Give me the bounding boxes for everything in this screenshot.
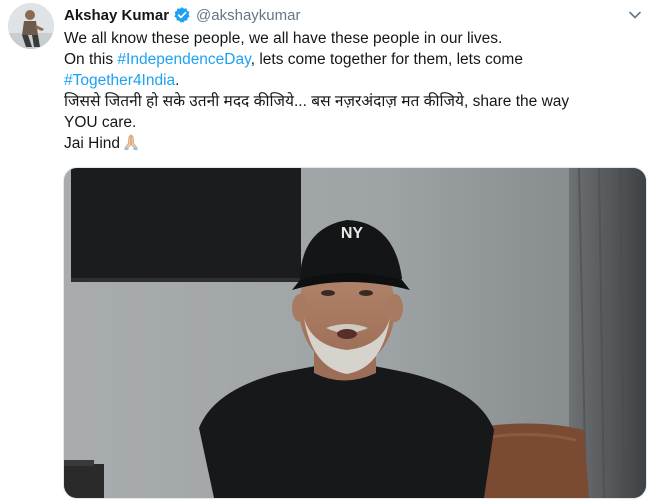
tweet-line-text: . — [175, 72, 180, 89]
tweet-line: On this #IndependenceDay, lets come toge… — [64, 49, 654, 70]
hashtag-together4india[interactable]: #Together4India — [64, 72, 175, 89]
tweet-media-video[interactable]: NY — [63, 167, 647, 499]
hashtag-independence-day[interactable]: #IndependenceDay — [117, 51, 250, 68]
avatar[interactable] — [8, 3, 54, 49]
author-name[interactable]: Akshay Kumar — [64, 7, 169, 24]
video-thumbnail-image: NY — [64, 168, 646, 498]
tweet-line: YOU care. — [64, 112, 654, 133]
author-handle[interactable]: @akshaykumar — [196, 7, 300, 24]
tweet-line: #Together4India. — [64, 70, 654, 91]
chevron-down-icon[interactable] — [626, 6, 644, 24]
tweet-line: जिससे जितनी हो सके उतनी मदद कीजिये... बस… — [64, 91, 654, 112]
tweet-line-text: जिससे जितनी हो सके उतनी मदद कीजिये... बस… — [64, 93, 570, 110]
tweet-line-text: YOU care. — [64, 114, 137, 131]
tweet-line-text: , lets come together for them, lets come — [250, 51, 523, 68]
svg-text:NY: NY — [341, 225, 364, 242]
tweet-line-text: We all know these people, we all have th… — [64, 30, 503, 47]
avatar-image — [8, 3, 54, 49]
verified-badge-icon — [173, 6, 191, 24]
tweet-line: We all know these people, we all have th… — [64, 28, 654, 49]
tweet-line-text: On this — [64, 51, 118, 68]
tweet-card: Akshay Kumar @akshaykumar We all know th… — [0, 0, 665, 504]
tweet-text: We all know these people, we all have th… — [64, 28, 654, 154]
tweet-line: Jai Hind — [64, 133, 654, 154]
tweet-line-text: Jai Hind — [64, 135, 120, 152]
tweet-header: Akshay Kumar @akshaykumar — [64, 5, 300, 25]
folded-hands-icon — [122, 133, 140, 151]
